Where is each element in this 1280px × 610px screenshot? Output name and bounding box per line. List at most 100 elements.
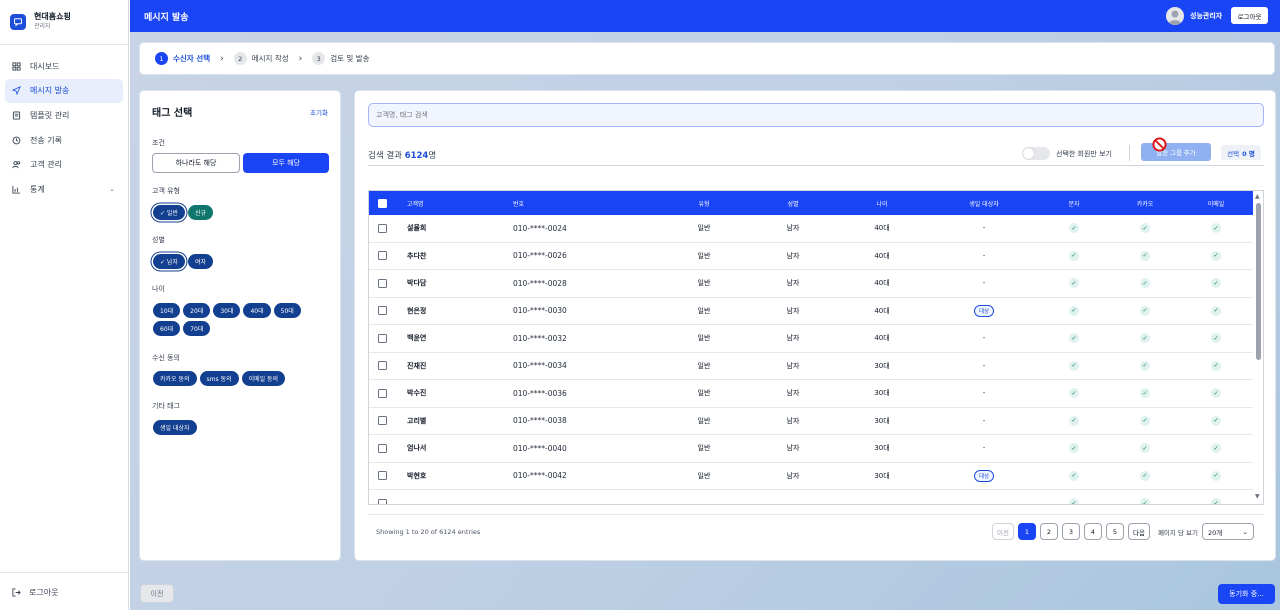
chip-general[interactable]: ✓ 일반: [153, 205, 185, 220]
consent-label: 수신 동의: [152, 354, 180, 362]
next-page-button[interactable]: 다음: [1127, 523, 1150, 540]
row-checkbox[interactable]: [378, 215, 387, 242]
row-checkbox[interactable]: [378, 435, 387, 462]
table-scrollbar[interactable]: ▲ ▼: [1254, 191, 1263, 504]
consent-chips: 카카오 동의 sms 동의 이메일 동의: [153, 371, 313, 386]
chip-age-40[interactable]: 40대: [243, 303, 271, 318]
row-checkbox[interactable]: [378, 243, 387, 270]
table-row[interactable]: 설율희 010-****-0024 일반 남자 40대 - ✓ ✓ ✓: [369, 215, 1253, 243]
page-button[interactable]: 3: [1061, 523, 1080, 540]
chip-male[interactable]: ✓ 남자: [153, 254, 185, 269]
customer-name: 박현호: [407, 471, 427, 480]
sidebar-item-templates[interactable]: 템플릿 관리: [5, 103, 123, 127]
table-row[interactable]: 박다담 010-****-0028 일반 남자 40대 - ✓ ✓ ✓: [369, 270, 1253, 298]
col-phone[interactable]: 번호: [513, 191, 524, 215]
col-birthday[interactable]: 생일 대상자: [949, 191, 1019, 215]
chip-age-10[interactable]: 10대: [153, 303, 181, 318]
chip-age-70[interactable]: 70대: [183, 321, 211, 336]
sidebar-item-history[interactable]: 전송 기록: [5, 128, 123, 152]
divider: [0, 44, 128, 45]
table-row[interactable]: 추다찬 010-****-0026 일반 남자 40대 - ✓ ✓ ✓: [369, 243, 1253, 270]
table-row[interactable]: 현은정 010-****-0030 일반 남자 40대 대상 ✓ ✓ ✓: [369, 298, 1253, 325]
row-checkbox[interactable]: [378, 490, 387, 504]
table-row[interactable]: 엄나서 010-****-0040 일반 남자 30대 - ✓ ✓ ✓: [369, 435, 1253, 463]
customer-type: 일반: [697, 306, 711, 315]
col-email[interactable]: 이메일: [1201, 191, 1231, 215]
chip-female[interactable]: 여자: [187, 254, 214, 269]
table-row[interactable]: 백윤연 010-****-0032 일반 남자 40대 - ✓ ✓ ✓: [369, 325, 1253, 353]
step-recipients[interactable]: 1 수신자 선택: [155, 52, 210, 65]
check-icon: ✓: [1140, 278, 1150, 289]
col-kakao[interactable]: 카카오: [1130, 191, 1160, 215]
previous-step-button[interactable]: 이전: [140, 584, 174, 603]
chip-age-60[interactable]: 60대: [153, 321, 181, 336]
scrollbar-thumb[interactable]: [1256, 203, 1261, 360]
email-consent-icon: ✓: [1201, 270, 1231, 297]
per-page-select[interactable]: 20개 ⌄: [1201, 523, 1254, 540]
sidebar-item-message-send[interactable]: 메시지 발송: [5, 78, 123, 103]
chip-age-20[interactable]: 20대: [183, 303, 211, 318]
sidebar-item-customers[interactable]: 고객 관리: [5, 153, 123, 177]
check-icon: ✓: [1211, 278, 1221, 289]
col-type[interactable]: 유형: [679, 191, 729, 215]
chip-age-30[interactable]: 30대: [213, 303, 241, 318]
row-checkbox[interactable]: [378, 463, 387, 490]
customer-gender: 남자: [786, 251, 800, 260]
chip-kakao-consent[interactable]: 카카오 동의: [153, 371, 197, 386]
table-row[interactable]: 고리별 010-****-0038 일반 남자 30대 - ✓ ✓ ✓: [369, 408, 1253, 435]
table-row[interactable]: 진재진 010-****-0034 일반 남자 30대 - ✓ ✓ ✓: [369, 353, 1253, 380]
sidebar-item-stats[interactable]: 통계 ⌄: [5, 177, 123, 201]
col-gender[interactable]: 성별: [768, 191, 818, 215]
page-button[interactable]: 1: [1017, 523, 1036, 540]
customer-name: 추다찬: [407, 251, 427, 260]
step-compose[interactable]: 2 메시지 작성: [233, 52, 289, 65]
birthday-target: -: [982, 361, 986, 370]
sms-consent-icon: ✓: [1059, 243, 1089, 270]
row-checkbox[interactable]: [378, 270, 387, 297]
customer-gender: 남자: [786, 279, 800, 288]
sync-button[interactable]: 동기화 중...: [1218, 584, 1275, 604]
sidebar-logout[interactable]: 로그아웃: [12, 587, 58, 598]
avatar[interactable]: [1166, 7, 1184, 25]
chip-age-50[interactable]: 50대: [273, 303, 301, 318]
scroll-up-icon[interactable]: ▲: [1255, 193, 1260, 200]
selected-only-toggle[interactable]: [1022, 147, 1050, 160]
selected-value: 0 명: [1242, 149, 1255, 158]
selected-only-label: 선택한 회원만 보기: [1056, 150, 1112, 158]
sidebar-item-dashboard[interactable]: 대시보드: [5, 54, 123, 78]
chip-email-consent[interactable]: 이메일 동의: [241, 371, 286, 386]
chip-birthday[interactable]: 생일 대상자: [153, 420, 197, 435]
col-sms[interactable]: 문자: [1059, 191, 1089, 215]
condition-any-button[interactable]: 하나라도 해당: [152, 153, 240, 173]
customer-name: 고리별: [407, 416, 427, 425]
col-age[interactable]: 나이: [857, 191, 907, 215]
search-input[interactable]: [368, 103, 1264, 127]
condition-all-button[interactable]: 모두 해당: [243, 153, 329, 173]
chip-new[interactable]: 신규: [187, 205, 214, 220]
page-button[interactable]: 5: [1105, 523, 1124, 540]
prev-page-button[interactable]: 이전: [992, 523, 1014, 540]
row-checkbox[interactable]: [378, 408, 387, 435]
customer-type: 일반: [697, 389, 711, 398]
row-checkbox[interactable]: [378, 353, 387, 380]
check-icon: ✓: [1140, 333, 1150, 344]
page-button[interactable]: 4: [1083, 523, 1102, 540]
table-row[interactable]: 박현호 010-****-0042 일반 남자 30대 대상 ✓ ✓ ✓: [369, 463, 1253, 490]
sidebar-item-label: 고객 관리: [30, 160, 62, 170]
reset-link[interactable]: 초기화: [310, 107, 328, 117]
table-row[interactable]: 박수진 010-****-0036 일반 남자 30대 - ✓ ✓ ✓: [369, 380, 1253, 408]
chip-sms-consent[interactable]: sms 동의: [199, 371, 239, 386]
check-icon: ✓: [1069, 415, 1079, 426]
step-review[interactable]: 3 검토 및 발송: [312, 52, 370, 65]
table-row[interactable]: ✓ ✓ ✓: [369, 490, 1253, 504]
row-checkbox[interactable]: [378, 380, 387, 407]
page-button[interactable]: 2: [1039, 523, 1058, 540]
select-all-checkbox[interactable]: [378, 191, 387, 215]
row-checkbox[interactable]: [378, 298, 387, 325]
row-checkbox[interactable]: [378, 325, 387, 352]
logout-button[interactable]: 로그아웃: [1231, 7, 1268, 24]
col-name[interactable]: 고객명: [407, 191, 424, 215]
customer-age: 30대: [874, 444, 890, 453]
customer-type-chips: ✓ 일반 신규: [153, 205, 313, 220]
scroll-down-icon[interactable]: ▼: [1255, 493, 1260, 500]
